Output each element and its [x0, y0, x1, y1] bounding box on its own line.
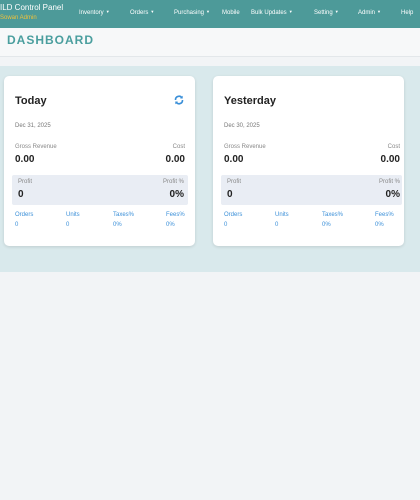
nav-item-admin[interactable]: Admin ▼ — [358, 9, 381, 16]
fees-value[interactable]: 0% — [375, 222, 384, 228]
units-label[interactable]: Units — [66, 212, 80, 218]
nav-item-mobile[interactable]: Mobile — [222, 10, 240, 16]
nav-item-orders[interactable]: Orders ▼ — [130, 9, 155, 16]
profit-pct-value: 0% — [169, 189, 184, 200]
nav-item-label: Bulk Updates — [251, 10, 287, 16]
card-date: Dec 31, 2025 — [15, 123, 51, 129]
nav-item-label: Setting — [314, 10, 333, 16]
nav-item-help[interactable]: Help — [401, 10, 413, 16]
gross-revenue-value: 0.00 — [15, 154, 35, 165]
units-value[interactable]: 0 — [66, 222, 69, 228]
caret-down-icon: ▼ — [150, 9, 155, 14]
card-today: Today Dec 31, 2025 Gross Revenue 0.00 Co… — [4, 76, 195, 246]
cost-value: 0.00 — [165, 154, 185, 165]
refresh-icon[interactable] — [173, 94, 185, 106]
caret-down-icon: ▼ — [206, 9, 210, 14]
nav-item-label: Help — [401, 10, 414, 16]
fees-label[interactable]: Fees% — [375, 212, 394, 218]
taxes-label[interactable]: Taxes% — [322, 212, 343, 218]
nav-item-purchasing[interactable]: Purchasing ▼ — [174, 9, 210, 16]
taxes-label[interactable]: Taxes% — [113, 212, 134, 218]
profit-pct-label: Profit % — [378, 179, 400, 185]
card-title: Today — [15, 95, 47, 107]
caret-down-icon: ▼ — [105, 9, 110, 14]
brand-title: ILD Control Panel — [0, 3, 64, 12]
nav-item-inventory[interactable]: Inventory ▼ — [79, 9, 110, 16]
caret-down-icon: ▼ — [288, 9, 293, 14]
profit-box: Profit 0 Profit % 0% — [221, 175, 402, 205]
brand[interactable]: ILD Control Panel Sowan Admin — [0, 3, 63, 23]
cost-value: 0.00 — [380, 154, 400, 165]
profit-pct-label: Profit % — [162, 179, 184, 185]
card-title: Yesterday — [224, 95, 276, 107]
fees-value[interactable]: 0% — [166, 222, 175, 228]
nav-item-bulk-updates[interactable]: Bulk Updates ▼ — [251, 9, 293, 16]
page-header: DASHBOARD — [0, 28, 420, 57]
taxes-value[interactable]: 0% — [113, 222, 122, 228]
nav-item-label: Admin — [358, 10, 376, 16]
profit-box: Profit 0 Profit % 0% — [12, 175, 188, 205]
card-date: Dec 30, 2025 — [224, 123, 260, 129]
cost-label: Cost — [387, 144, 400, 150]
cost-label: Cost — [172, 144, 185, 150]
orders-value[interactable]: 0 — [15, 222, 18, 228]
taxes-value[interactable]: 0% — [322, 222, 331, 228]
nav-item-label: Orders — [130, 10, 149, 16]
profit-value: 0 — [227, 189, 233, 200]
profit-label: Profit — [18, 179, 33, 185]
card-yesterday: Yesterday Dec 30, 2025 Gross Revenue 0.0… — [213, 76, 404, 246]
units-label[interactable]: Units — [275, 212, 289, 218]
nav-item-label: Purchasing — [174, 10, 205, 16]
nav-item-label: Inventory — [79, 10, 104, 16]
brand-subtitle: Sowan Admin — [0, 15, 37, 21]
caret-down-icon: ▼ — [334, 9, 339, 14]
gross-revenue-label: Gross Revenue — [224, 144, 266, 150]
orders-value[interactable]: 0 — [224, 222, 227, 228]
units-value[interactable]: 0 — [275, 222, 278, 228]
fees-label[interactable]: Fees% — [166, 212, 185, 218]
gross-revenue-label: Gross Revenue — [15, 144, 57, 150]
gross-revenue-value: 0.00 — [224, 154, 244, 165]
orders-label[interactable]: Orders — [224, 212, 242, 218]
caret-down-icon: ▼ — [377, 9, 381, 14]
profit-label: Profit — [227, 179, 242, 185]
top-navbar: ILD Control Panel Sowan Admin Inventory ▼… — [0, 0, 420, 28]
nav-item-setting[interactable]: Setting ▼ — [314, 9, 339, 16]
page-title: DASHBOARD — [7, 33, 94, 47]
orders-label[interactable]: Orders — [15, 212, 33, 218]
profit-value: 0 — [18, 189, 24, 200]
nav-item-label: Mobile — [222, 10, 240, 16]
profit-pct-value: 0% — [385, 189, 400, 200]
